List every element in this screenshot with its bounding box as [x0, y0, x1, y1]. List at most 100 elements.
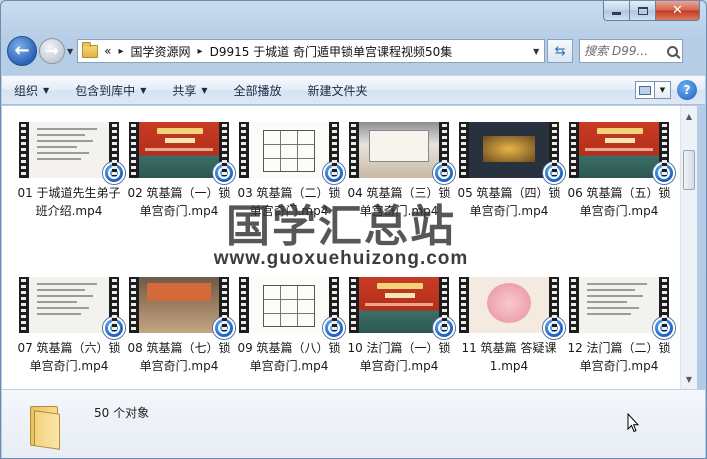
view-icon [635, 81, 655, 99]
video-thumbnail [459, 122, 565, 184]
video-thumbnail [569, 122, 675, 184]
scroll-up-icon[interactable]: ▲ [681, 108, 697, 124]
file-item[interactable]: 01 于城道先生弟子班介绍.mp4 [14, 122, 125, 277]
refresh-button[interactable]: ⇆ [547, 39, 574, 63]
help-button[interactable]: ? [677, 80, 697, 100]
maximize-button[interactable] [630, 1, 656, 21]
chevron-down-icon: ▼ [140, 85, 147, 95]
file-list: 01 于城道先生弟子班介绍.mp4 02 筑基篇（一）锁单宫奇门.mp4 03 筑基… [2, 106, 680, 389]
command-bar: 组织 ▼ 包含到库中 ▼ 共享 ▼ 全部播放 新建文件夹 ▼ ? [2, 75, 705, 105]
file-item[interactable]: 08 筑基篇（七）锁单宫奇门.mp4 [124, 277, 235, 389]
chevron-down-icon[interactable]: ▼ [528, 47, 544, 56]
back-arrow-icon: ← [14, 40, 30, 61]
scroll-down-icon[interactable]: ▼ [681, 371, 697, 387]
file-item[interactable]: 02 筑基篇（一）锁单宫奇门.mp4 [124, 122, 235, 277]
media-player-icon [653, 162, 675, 184]
chevron-down-icon[interactable]: ▼ [655, 81, 671, 99]
file-item[interactable]: 07 筑基篇（六）锁单宫奇门.mp4 [14, 277, 125, 389]
file-item[interactable]: 10 法门篇（一）锁单宫奇门.mp4 [344, 277, 455, 389]
change-view-button[interactable]: ▼ [635, 81, 671, 99]
file-name: 12 法门篇（二）锁单宫奇门.mp4 [567, 341, 671, 373]
play-all-button[interactable]: 全部播放 [234, 82, 282, 99]
media-player-icon [433, 162, 455, 184]
breadcrumb-overflow[interactable]: « [104, 44, 111, 58]
thumbnail-frame [29, 122, 109, 178]
media-player-icon [323, 162, 345, 184]
file-item[interactable]: 12 法门篇（二）锁单宫奇门.mp4 [564, 277, 675, 389]
chevron-down-icon: ▼ [201, 85, 208, 95]
recent-pages-dropdown[interactable]: ▼ [67, 47, 73, 56]
media-player-icon [213, 317, 235, 339]
media-player-icon [543, 162, 565, 184]
search-box[interactable] [579, 39, 684, 63]
folder-icon [30, 402, 70, 450]
include-in-library-menu[interactable]: 包含到库中 ▼ [75, 82, 146, 99]
item-count: 50 个对象 [94, 406, 150, 420]
close-icon: ✕ [672, 3, 683, 18]
caption-buttons: ✕ [603, 1, 700, 21]
file-name: 03 筑基篇（二）锁单宫奇门.mp4 [237, 186, 341, 218]
address-bar[interactable]: « ▸ 国学资源网 ▸ D9915 于城道 奇门遁甲锁单宫课程视频50集 ▼ [77, 39, 546, 63]
breadcrumb-item-root[interactable]: 国学资源网 [131, 43, 191, 60]
file-grid: 01 于城道先生弟子班介绍.mp4 02 筑基篇（一）锁单宫奇门.mp4 03 筑基… [14, 122, 675, 389]
explorer-window: ✕ ← → ▼ « ▸ 国学资源网 ▸ D9915 于城道 奇门遁甲锁单宫课程视… [0, 0, 707, 459]
forward-button[interactable]: → [39, 38, 65, 64]
thumbnail-frame [579, 277, 659, 333]
file-item[interactable]: 09 筑基篇（八）锁单宫奇门.mp4 [234, 277, 345, 389]
thumbnail-frame [139, 277, 219, 333]
media-player-icon [653, 317, 675, 339]
file-name: 09 筑基篇（八）锁单宫奇门.mp4 [237, 341, 341, 373]
file-name: 11 筑基篇 答疑课1.mp4 [461, 341, 557, 373]
file-item[interactable]: 03 筑基篇（二）锁单宫奇门.mp4 [234, 122, 345, 277]
video-thumbnail [129, 277, 235, 339]
thumbnail-frame [249, 122, 329, 178]
media-player-icon [433, 317, 455, 339]
video-thumbnail [19, 277, 125, 339]
file-item[interactable]: 04 筑基篇（三）锁单宫奇门.mp4 [344, 122, 455, 277]
chevron-down-icon: ▼ [43, 85, 50, 95]
thumbnail-frame [139, 122, 219, 178]
breadcrumb-separator[interactable]: ▸ [119, 46, 124, 57]
file-item[interactable]: 05 筑基篇（四）锁单宫奇门.mp4 [454, 122, 565, 277]
breadcrumb-separator[interactable]: ▸ [198, 46, 203, 57]
media-player-icon [543, 317, 565, 339]
media-player-icon [323, 317, 345, 339]
video-thumbnail [569, 277, 675, 339]
maximize-icon [637, 6, 648, 15]
media-player-icon [213, 162, 235, 184]
thumbnail-frame [359, 277, 439, 333]
vertical-scrollbar[interactable]: ▲ ▼ [680, 106, 697, 389]
mouse-cursor-icon [627, 413, 639, 433]
share-menu[interactable]: 共享 ▼ [172, 82, 207, 99]
file-name: 08 筑基篇（七）锁单宫奇门.mp4 [127, 341, 231, 373]
scroll-thumb[interactable] [683, 150, 695, 190]
minimize-button[interactable] [603, 1, 630, 21]
video-thumbnail [19, 122, 125, 184]
breadcrumb-item-current[interactable]: D9915 于城道 奇门遁甲锁单宫课程视频50集 [210, 43, 453, 60]
back-button[interactable]: ← [7, 36, 37, 66]
minimize-icon [612, 12, 621, 15]
file-item[interactable]: 11 筑基篇 答疑课1.mp4 [454, 277, 565, 389]
close-button[interactable]: ✕ [656, 1, 700, 21]
file-name: 02 筑基篇（一）锁单宫奇门.mp4 [127, 186, 231, 218]
thumbnail-frame [249, 277, 329, 333]
thumbnail-frame [469, 122, 549, 178]
organize-menu[interactable]: 组织 ▼ [14, 82, 49, 99]
video-thumbnail [459, 277, 565, 339]
file-name: 07 筑基篇（六）锁单宫奇门.mp4 [17, 341, 121, 373]
address-row: ← → ▼ « ▸ 国学资源网 ▸ D9915 于城道 奇门遁甲锁单宫课程视频5… [7, 34, 700, 68]
file-name: 05 筑基篇（四）锁单宫奇门.mp4 [457, 186, 561, 218]
forward-arrow-icon: → [45, 41, 59, 60]
media-player-icon [103, 162, 125, 184]
details-pane: 50 个对象 [2, 389, 705, 458]
file-name: 10 法门篇（一）锁单宫奇门.mp4 [347, 341, 451, 373]
thumbnail-frame [469, 277, 549, 333]
file-name: 06 筑基篇（五）锁单宫奇门.mp4 [567, 186, 671, 218]
new-folder-button[interactable]: 新建文件夹 [308, 82, 368, 99]
file-name: 04 筑基篇（三）锁单宫奇门.mp4 [347, 186, 451, 218]
file-item[interactable]: 06 筑基篇（五）锁单宫奇门.mp4 [564, 122, 675, 277]
thumbnail-frame [359, 122, 439, 178]
search-input[interactable] [584, 44, 663, 58]
search-icon[interactable] [667, 45, 679, 57]
thumbnail-frame [29, 277, 109, 333]
